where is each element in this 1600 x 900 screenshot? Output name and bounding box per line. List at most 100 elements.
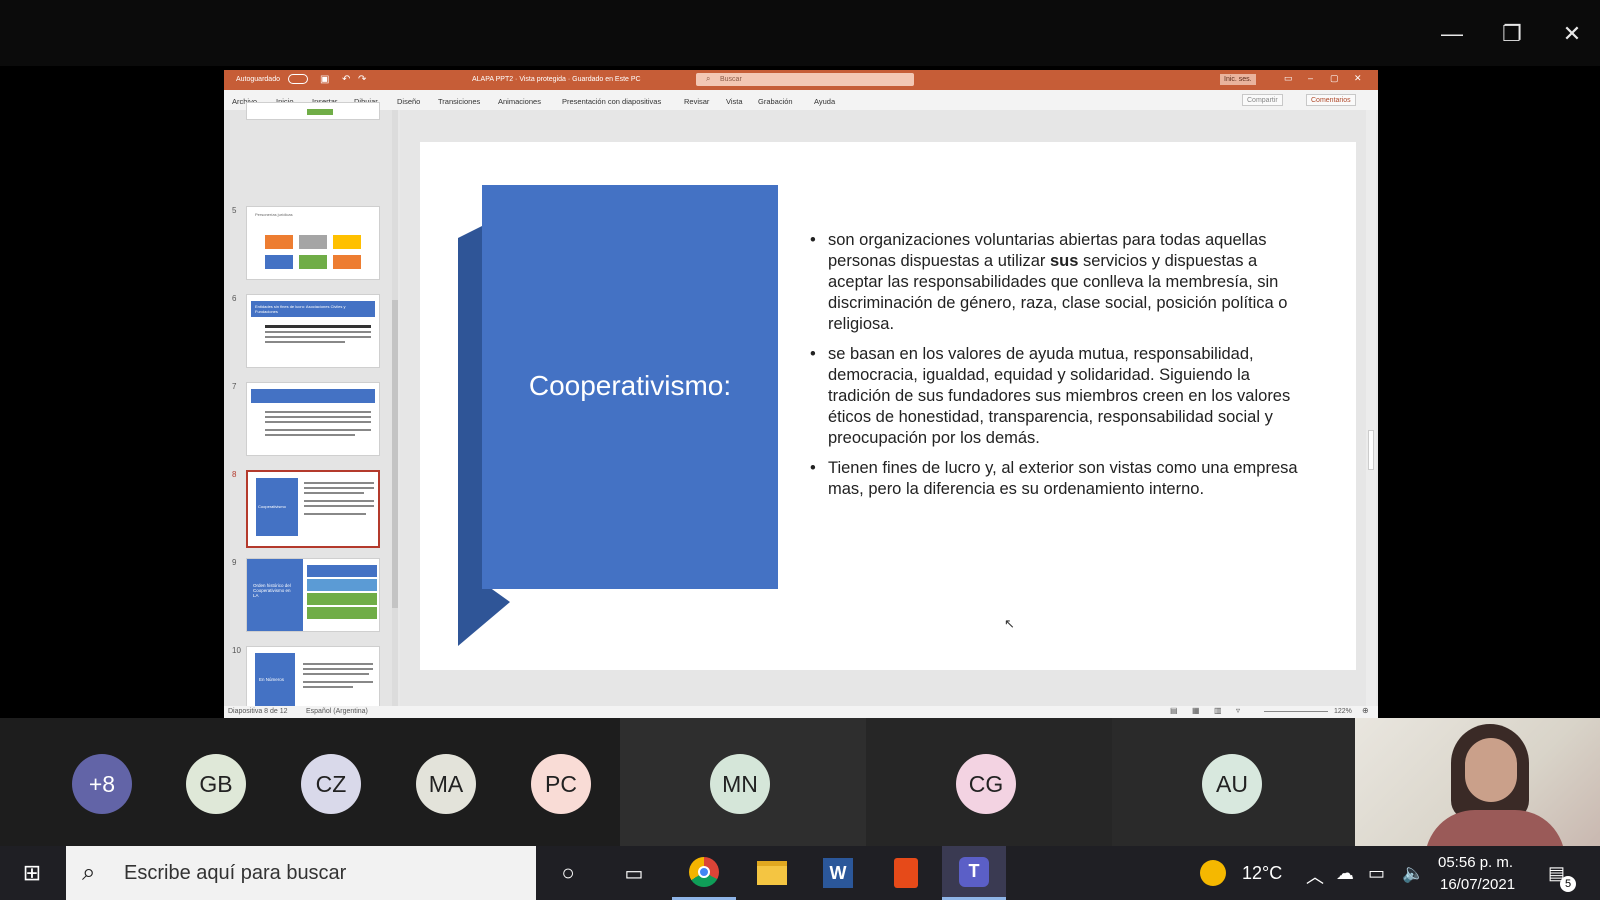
tab-ayuda[interactable]: Ayuda bbox=[814, 97, 835, 106]
share-button[interactable]: Compartir bbox=[1242, 94, 1283, 106]
clock-time[interactable]: 05:56 p. m. bbox=[1438, 854, 1513, 871]
slide-thumbnail-partial[interactable] bbox=[246, 102, 380, 120]
tray-chevron-icon[interactable]: ︿ bbox=[1306, 863, 1324, 889]
thumbnail-title: En Números bbox=[259, 677, 285, 682]
participant-avatar[interactable]: CG bbox=[956, 754, 1016, 814]
slide-bullet-list: son organizaciones voluntarias abiertas … bbox=[810, 230, 1300, 509]
cortana-icon[interactable]: ○ bbox=[536, 846, 600, 900]
ppt-document-title: ALAPA PPT2 · Vista protegida · Guardado … bbox=[472, 76, 641, 83]
zoom-slider[interactable] bbox=[1264, 711, 1328, 712]
more-participants-avatar[interactable]: +8 bbox=[72, 754, 132, 814]
office-icon[interactable] bbox=[874, 846, 938, 900]
meeting-top-bar: — ❐ ✕ bbox=[0, 0, 1600, 66]
presenter-video[interactable] bbox=[1355, 718, 1600, 846]
bullet-1-bold-word: sus bbox=[1049, 252, 1079, 270]
ppt-search-box[interactable]: ⌕ Buscar bbox=[696, 73, 914, 86]
onedrive-icon[interactable]: ☁ bbox=[1336, 863, 1354, 884]
bullet-item-1: son organizaciones voluntarias abiertas … bbox=[810, 230, 1300, 335]
zoom-level[interactable]: 122% bbox=[1334, 708, 1352, 715]
save-icon[interactable]: ▣ bbox=[320, 74, 329, 85]
volume-icon[interactable]: 🔈 bbox=[1402, 863, 1424, 884]
slide-scrollbar-thumb[interactable] bbox=[1368, 430, 1374, 470]
fit-slide-icon[interactable]: ⊕ bbox=[1362, 706, 1369, 715]
ppt-ribbon-tabs: Archivo Inicio Insertar Dibujar Diseño T… bbox=[224, 90, 1378, 110]
thumbnail-scrollbar[interactable] bbox=[392, 110, 398, 706]
slideshow-icon[interactable]: ▿ bbox=[1236, 706, 1240, 715]
chrome-icon[interactable] bbox=[672, 846, 736, 900]
participant-avatar[interactable]: AU bbox=[1202, 754, 1262, 814]
slide-number: 6 bbox=[232, 294, 237, 303]
presenter-face bbox=[1465, 738, 1517, 802]
ppt-maximize-icon[interactable]: ▢ bbox=[1330, 73, 1339, 84]
slide-title: Cooperativismo: bbox=[528, 370, 732, 401]
slide-thumbnail-6[interactable]: Entidades sin fines de lucro: Asociacion… bbox=[246, 294, 380, 368]
clock-date[interactable]: 16/07/2021 bbox=[1440, 876, 1515, 893]
slide-thumbnail-7[interactable] bbox=[246, 382, 380, 456]
slide-number: 9 bbox=[232, 558, 237, 567]
participant-avatar[interactable]: PC bbox=[531, 754, 591, 814]
participant-avatar[interactable]: MA bbox=[416, 754, 476, 814]
reading-view-icon[interactable]: ▥ bbox=[1214, 706, 1222, 715]
language-indicator[interactable]: Español (Argentina) bbox=[306, 708, 368, 715]
weather-temperature[interactable]: 12°C bbox=[1242, 863, 1282, 884]
windows-taskbar: ⊞ ⌕ Escribe aquí para buscar ○ ▭ W T 12°… bbox=[0, 846, 1600, 900]
file-explorer-icon[interactable] bbox=[740, 846, 804, 900]
autosave-toggle[interactable] bbox=[288, 74, 308, 84]
tab-transiciones[interactable]: Transiciones bbox=[438, 97, 480, 106]
notification-count-badge: 5 bbox=[1560, 876, 1576, 892]
mouse-cursor-icon: ↖ bbox=[1004, 616, 1015, 631]
maximize-button[interactable]: ❐ bbox=[1494, 16, 1530, 52]
bullet-item-3: Tienen fines de lucro y, al exterior son… bbox=[810, 458, 1300, 500]
slide-thumbnail-8-selected[interactable]: Cooperativismo bbox=[246, 470, 380, 548]
participant-avatar[interactable]: GB bbox=[186, 754, 246, 814]
bullet-item-2: se basan en los valores de ayuda mutua, … bbox=[810, 344, 1300, 449]
ppt-search-placeholder: Buscar bbox=[720, 76, 742, 83]
tab-presentacion[interactable]: Presentación con diapositivas bbox=[562, 97, 661, 106]
minimize-button[interactable]: — bbox=[1434, 16, 1470, 52]
ribbon-display-icon[interactable]: ▭ bbox=[1284, 73, 1293, 84]
tab-diseno[interactable]: Diseño bbox=[397, 97, 420, 106]
search-icon: ⌕ bbox=[706, 74, 711, 83]
participant-avatar[interactable]: CZ bbox=[301, 754, 361, 814]
network-icon[interactable]: ▭ bbox=[1368, 863, 1385, 884]
search-icon: ⌕ bbox=[82, 859, 96, 886]
tab-revisar[interactable]: Revisar bbox=[684, 97, 709, 106]
task-view-icon[interactable]: ▭ bbox=[602, 846, 666, 900]
shared-powerpoint-window: Autoguardado ▣ ↶ ↷ ALAPA PPT2 · Vista pr… bbox=[224, 70, 1378, 718]
slide-number: 5 bbox=[232, 206, 237, 215]
ppt-status-bar: Diapositiva 8 de 12 Español (Argentina) … bbox=[224, 706, 1378, 718]
teams-icon[interactable]: T bbox=[942, 846, 1006, 900]
taskbar-search-box[interactable]: ⌕ Escribe aquí para buscar bbox=[66, 846, 536, 900]
thumbnail-title: Cooperativismo bbox=[258, 504, 286, 509]
close-button[interactable]: ✕ bbox=[1554, 16, 1590, 52]
comments-button[interactable]: Comentarios bbox=[1306, 94, 1356, 106]
slide-thumbnail-9[interactable]: Orden histórico del Cooperativismo en LA bbox=[246, 558, 380, 632]
signin-button[interactable]: Inic. ses. bbox=[1220, 74, 1256, 85]
presenter-shoulders bbox=[1425, 810, 1565, 846]
slide-number: 10 bbox=[232, 646, 241, 655]
tab-animaciones[interactable]: Animaciones bbox=[498, 97, 541, 106]
slide-thumbnail-5[interactable]: Personerías jurídicas bbox=[246, 206, 380, 280]
word-icon[interactable]: W bbox=[806, 846, 870, 900]
participant-avatar[interactable]: MN bbox=[710, 754, 770, 814]
taskbar-search-placeholder: Escribe aquí para buscar bbox=[124, 861, 347, 884]
slide-number: 7 bbox=[232, 382, 237, 391]
tab-vista[interactable]: Vista bbox=[726, 97, 743, 106]
thumbnail-title: Orden histórico del Cooperativismo en LA bbox=[253, 583, 291, 598]
normal-view-icon[interactable]: ▤ bbox=[1170, 706, 1178, 715]
redo-icon[interactable]: ↷ bbox=[358, 74, 366, 85]
tab-grabacion[interactable]: Grabación bbox=[758, 97, 793, 106]
thumbnail-scrollbar-thumb[interactable] bbox=[392, 300, 398, 608]
thumbnail-title: Personerías jurídicas bbox=[255, 212, 293, 217]
weather-sun-icon[interactable] bbox=[1200, 860, 1226, 886]
slide-thumbnail-pane: 5 Personerías jurídicas 6 Entidades sin … bbox=[224, 102, 398, 718]
undo-icon[interactable]: ↶ bbox=[342, 74, 350, 85]
slide-scrollbar[interactable] bbox=[1366, 110, 1376, 706]
current-slide[interactable]: Cooperativismo: son organizaciones volun… bbox=[420, 142, 1356, 670]
ppt-title-bar: Autoguardado ▣ ↶ ↷ ALAPA PPT2 · Vista pr… bbox=[224, 70, 1378, 90]
slide-number: 8 bbox=[232, 470, 237, 479]
ppt-close-icon[interactable]: ✕ bbox=[1354, 73, 1362, 84]
windows-start-icon[interactable]: ⊞ bbox=[0, 846, 64, 900]
slide-sorter-icon[interactable]: ▦ bbox=[1192, 706, 1200, 715]
ppt-minimize-icon[interactable]: – bbox=[1308, 73, 1313, 83]
